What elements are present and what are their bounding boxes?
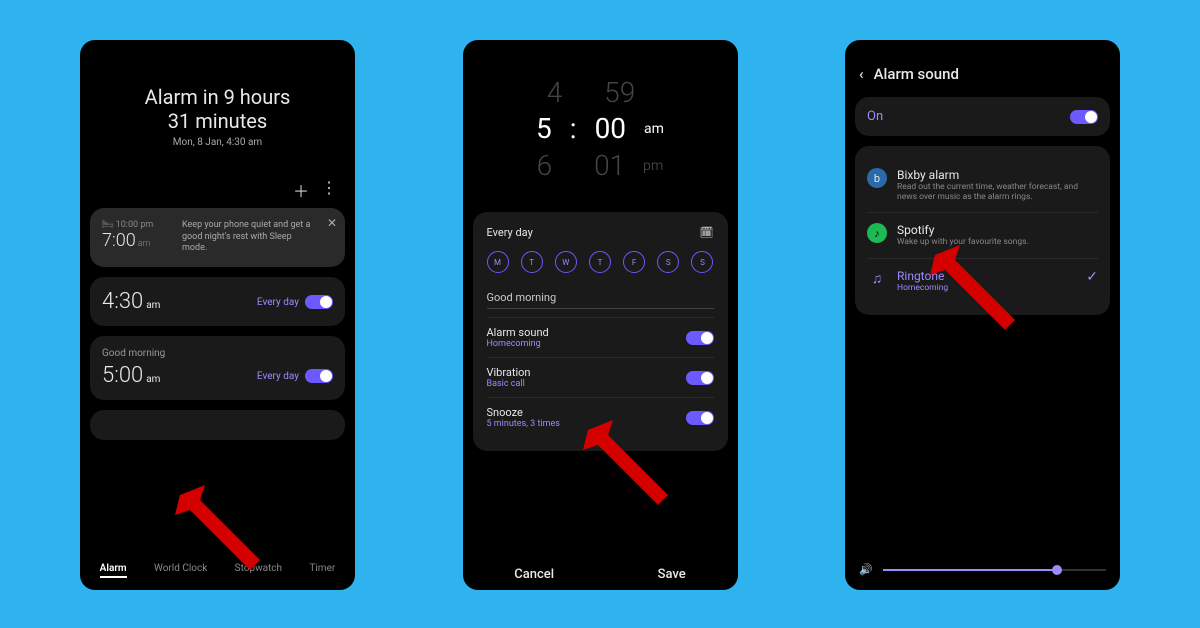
countdown-line1: Alarm in 9 hours (90, 85, 345, 109)
day-m[interactable]: M (487, 251, 509, 273)
calendar-icon[interactable]: 🗓 (700, 226, 714, 239)
tab-world-clock[interactable]: World Clock (154, 563, 207, 578)
bottom-tabs: Alarm World Clock Stopwatch Timer (80, 557, 355, 584)
alarm-item-500[interactable]: Good morning 5:00am Every day (90, 336, 345, 400)
day-picker: M T W T F S S (487, 251, 714, 273)
sleep-mode-tip: Keep your phone quiet and get a good nig… (182, 220, 333, 255)
option-alarm-sound[interactable]: Alarm soundHomecoming (487, 317, 714, 357)
source-spotify[interactable]: ♪ SpotifyWake up with your favourite son… (867, 213, 1098, 258)
day-w[interactable]: W (555, 251, 577, 273)
selected-check-icon: ✓ (1086, 269, 1098, 293)
snooze-toggle[interactable] (686, 411, 714, 425)
vibration-toggle[interactable] (686, 371, 714, 385)
source-ringtone[interactable]: ♫ RingtoneHomecoming ✓ (867, 259, 1098, 303)
save-button[interactable]: Save (658, 567, 686, 582)
alarm-settings-panel: Every day 🗓 M T W T F S S Good morning A… (473, 212, 728, 451)
alarm-countdown-header: Alarm in 9 hours 31 minutes Mon, 8 Jan, … (90, 50, 345, 158)
option-snooze[interactable]: Snooze5 minutes, 3 times (487, 397, 714, 437)
volume-slider[interactable]: 🔊 (859, 563, 1106, 576)
repeat-label: Every day (487, 226, 533, 239)
alarm-item-partial[interactable] (90, 410, 345, 440)
speaker-icon: 🔊 (859, 563, 873, 576)
alarm-sound-screen: ‹ Alarm sound On b Bixby alarmRead out t… (845, 40, 1120, 590)
spotify-icon: ♪ (867, 223, 887, 243)
sleep-mode-card[interactable]: ✕ 🛏 10:00 pm 7:00am Keep your phone quie… (90, 208, 345, 267)
source-bixby[interactable]: b Bixby alarmRead out the current time, … (867, 158, 1098, 213)
alarm-toggle[interactable] (305, 369, 333, 383)
add-alarm-icon[interactable]: ＋ (293, 178, 309, 202)
sound-toggle[interactable] (686, 331, 714, 345)
more-options-icon[interactable]: ⋮ (321, 178, 337, 202)
cancel-button[interactable]: Cancel (514, 567, 554, 582)
alarm-list-screen: Alarm in 9 hours 31 minutes Mon, 8 Jan, … (80, 40, 355, 590)
tab-stopwatch[interactable]: Stopwatch (235, 563, 282, 578)
alarm-sound-master-toggle[interactable]: On (855, 97, 1110, 136)
day-sa[interactable]: S (657, 251, 679, 273)
alarm-item-430[interactable]: 4:30am Every day (90, 277, 345, 326)
close-icon[interactable]: ✕ (327, 216, 337, 230)
day-su[interactable]: S (691, 251, 713, 273)
day-f[interactable]: F (623, 251, 645, 273)
time-picker[interactable]: 4:59 5:00am 6:01pm (473, 65, 728, 194)
day-th[interactable]: T (589, 251, 611, 273)
countdown-line2: 31 minutes (90, 109, 345, 133)
page-title: Alarm sound (874, 65, 959, 83)
on-toggle[interactable] (1070, 110, 1098, 124)
day-t[interactable]: T (521, 251, 543, 273)
sound-source-list: b Bixby alarmRead out the current time, … (855, 146, 1110, 315)
ringtone-icon: ♫ (867, 269, 887, 289)
alarm-toggle[interactable] (305, 295, 333, 309)
tab-alarm[interactable]: Alarm (100, 563, 127, 578)
option-vibration[interactable]: VibrationBasic call (487, 357, 714, 397)
next-alarm-datetime: Mon, 8 Jan, 4:30 am (90, 137, 345, 148)
alarm-name-input[interactable]: Good morning (487, 285, 714, 309)
back-icon[interactable]: ‹ (859, 65, 864, 83)
bixby-icon: b (867, 168, 887, 188)
alarm-edit-screen: 4:59 5:00am 6:01pm Every day 🗓 M T W T F… (463, 40, 738, 590)
tab-timer[interactable]: Timer (309, 563, 335, 578)
